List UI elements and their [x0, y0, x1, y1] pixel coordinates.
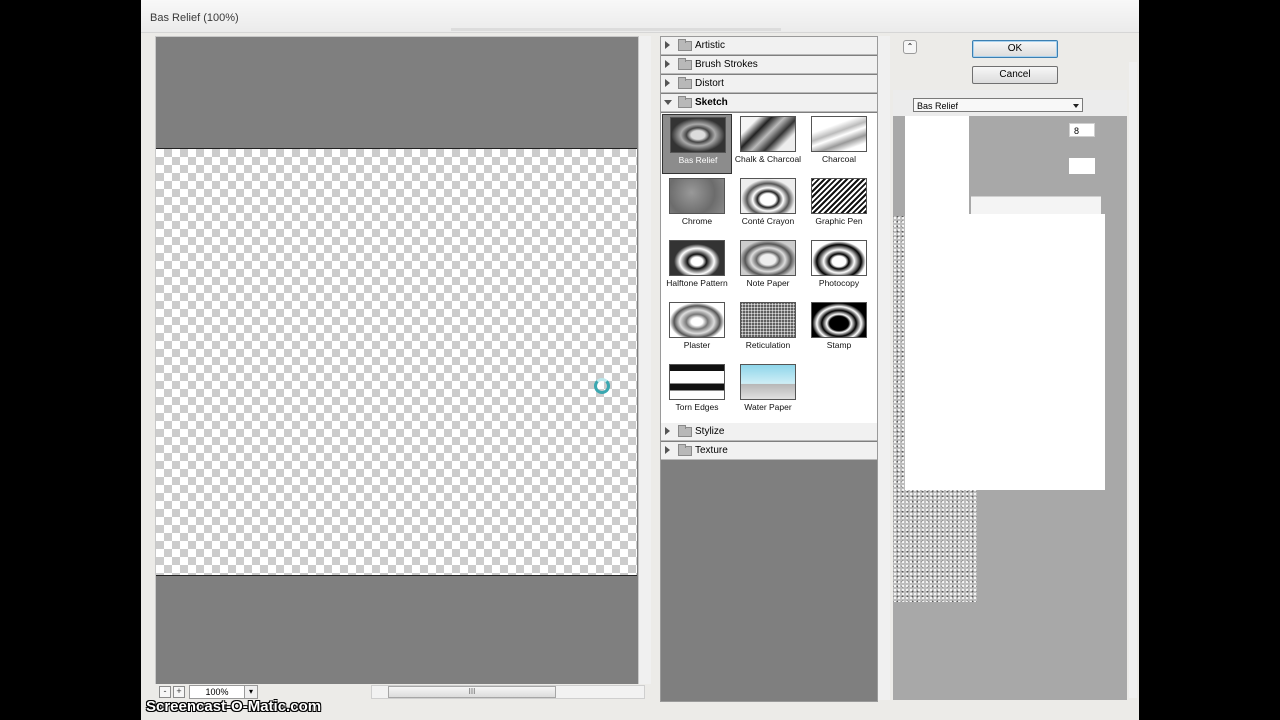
sketch-thumbnails: Bas Relief Chalk & Charcoal Charcoal Chr… [661, 113, 877, 423]
filter-thumbnail [669, 364, 725, 400]
expand-triangle-icon [665, 79, 670, 87]
filter-thumbnail [669, 240, 725, 276]
filter-label: Conté Crayon [741, 216, 795, 226]
filter-select[interactable]: Bas Relief [913, 98, 1083, 112]
filter-thumbnail [811, 240, 867, 276]
folder-icon [678, 39, 692, 51]
smoothness-value-field[interactable] [1069, 158, 1095, 174]
filter-thumbnail [670, 117, 726, 153]
filter-chrome[interactable]: Chrome [662, 176, 732, 236]
category-artistic[interactable]: Artistic [661, 37, 877, 55]
filter-graphic-pen[interactable]: Graphic Pen [804, 176, 874, 236]
expand-triangle-icon [665, 427, 670, 435]
zoom-in-button[interactable]: + [173, 686, 185, 698]
filter-thumbnail [740, 116, 796, 152]
cancel-button[interactable]: Cancel [972, 66, 1058, 84]
filter-label: Water Paper [744, 402, 792, 412]
category-label: Stylize [695, 426, 725, 437]
filter-label: Charcoal [821, 154, 857, 164]
filter-thumbnail [740, 178, 796, 214]
expand-triangle-icon [665, 41, 670, 49]
category-label: Artistic [695, 40, 725, 51]
category-label: Distort [695, 78, 724, 89]
zoom-out-button[interactable]: - [159, 686, 171, 698]
category-label: Brush Strokes [695, 59, 758, 70]
filter-thumbnail [811, 178, 867, 214]
filter-torn-edges[interactable]: Torn Edges [662, 362, 732, 422]
filter-charcoal[interactable]: Charcoal [804, 114, 874, 174]
folder-icon [678, 444, 692, 456]
collapse-triangle-icon [664, 100, 672, 105]
filter-label: Bas Relief [678, 155, 718, 165]
filter-stamp[interactable]: Stamp [804, 300, 874, 360]
filter-label: Stamp [826, 340, 852, 350]
filter-label: Plaster [683, 340, 711, 350]
screencast-watermark: Screencast-O-Matic.com [146, 698, 322, 715]
gallery-vertical-scrollbar[interactable] [878, 36, 890, 700]
settings-header: Bas Relief [893, 90, 1127, 116]
preview-canvas[interactable] [156, 148, 637, 576]
detail-value-field[interactable]: 8 [1069, 123, 1095, 137]
filter-plaster[interactable]: Plaster [662, 300, 732, 360]
category-brush-strokes[interactable]: Brush Strokes [661, 56, 877, 74]
filter-settings-panel: Bas Relief 8 [893, 90, 1127, 700]
category-distort[interactable]: Distort [661, 75, 877, 93]
collapse-gallery-button[interactable]: ⌃ [903, 40, 917, 54]
category-stylize[interactable]: Stylize [661, 423, 877, 441]
filter-water-paper[interactable]: Water Paper [733, 362, 803, 422]
folder-icon [678, 77, 692, 89]
filter-label: Graphic Pen [815, 216, 863, 226]
filter-conte-crayon[interactable]: Conté Crayon [733, 176, 803, 236]
dropdown-arrow-icon [1073, 104, 1079, 108]
expand-triangle-icon [665, 446, 670, 454]
filter-label: Chalk & Charcoal [734, 154, 802, 164]
filter-gallery-dialog: Bas Relief (100%) - + 100% ▾ III Artisti… [141, 0, 1139, 720]
folder-icon [678, 58, 692, 70]
ok-button[interactable]: OK [972, 40, 1058, 58]
effect-layers-area [905, 214, 1105, 490]
preview-vertical-scrollbar[interactable] [639, 36, 651, 684]
category-texture[interactable]: Texture [661, 442, 877, 460]
filter-label: Reticulation [745, 340, 791, 350]
filter-gallery-list: Artistic Brush Strokes Distort Sketch Ba… [660, 36, 878, 702]
filter-halftone-pattern[interactable]: Halftone Pattern [662, 238, 732, 298]
folder-icon [678, 425, 692, 437]
filter-thumbnail [811, 116, 867, 152]
filter-label: Note Paper [746, 278, 790, 288]
filter-note-paper[interactable]: Note Paper [733, 238, 803, 298]
filter-select-value: Bas Relief [917, 101, 959, 111]
settings-vertical-scrollbar[interactable] [1129, 62, 1137, 698]
filter-label: Chrome [681, 216, 713, 226]
filter-thumbnail [669, 178, 725, 214]
filter-photocopy[interactable]: Photocopy [804, 238, 874, 298]
filter-thumbnail [740, 364, 796, 400]
zoom-dropdown-button[interactable]: ▾ [244, 685, 258, 699]
preview-pane[interactable] [155, 36, 639, 686]
title-bar: Bas Relief (100%) [141, 0, 1139, 33]
filter-label: Torn Edges [675, 402, 719, 412]
filter-thumbnail [811, 302, 867, 338]
filter-reticulation[interactable]: Reticulation [733, 300, 803, 360]
filter-bas-relief[interactable]: Bas Relief [662, 114, 732, 174]
filter-label: Halftone Pattern [666, 278, 728, 288]
category-label: Sketch [695, 97, 728, 108]
open-folder-icon [678, 96, 692, 108]
title-glow [451, 28, 781, 31]
preview-horizontal-scrollbar[interactable]: III [371, 685, 645, 699]
busy-cursor-icon [594, 378, 610, 394]
filter-label: Photocopy [818, 278, 860, 288]
filter-thumbnail [740, 302, 796, 338]
scrollbar-thumb[interactable]: III [388, 686, 556, 698]
filter-thumbnail [740, 240, 796, 276]
filter-chalk-charcoal[interactable]: Chalk & Charcoal [733, 114, 803, 174]
settings-controls-area [905, 116, 969, 216]
category-sketch[interactable]: Sketch [661, 94, 877, 112]
filter-thumbnail [669, 302, 725, 338]
light-select-area [971, 196, 1101, 215]
category-label: Texture [695, 445, 728, 456]
zoom-level-field[interactable]: 100% [189, 685, 245, 699]
dialog-title: Bas Relief (100%) [150, 12, 239, 24]
expand-triangle-icon [665, 60, 670, 68]
